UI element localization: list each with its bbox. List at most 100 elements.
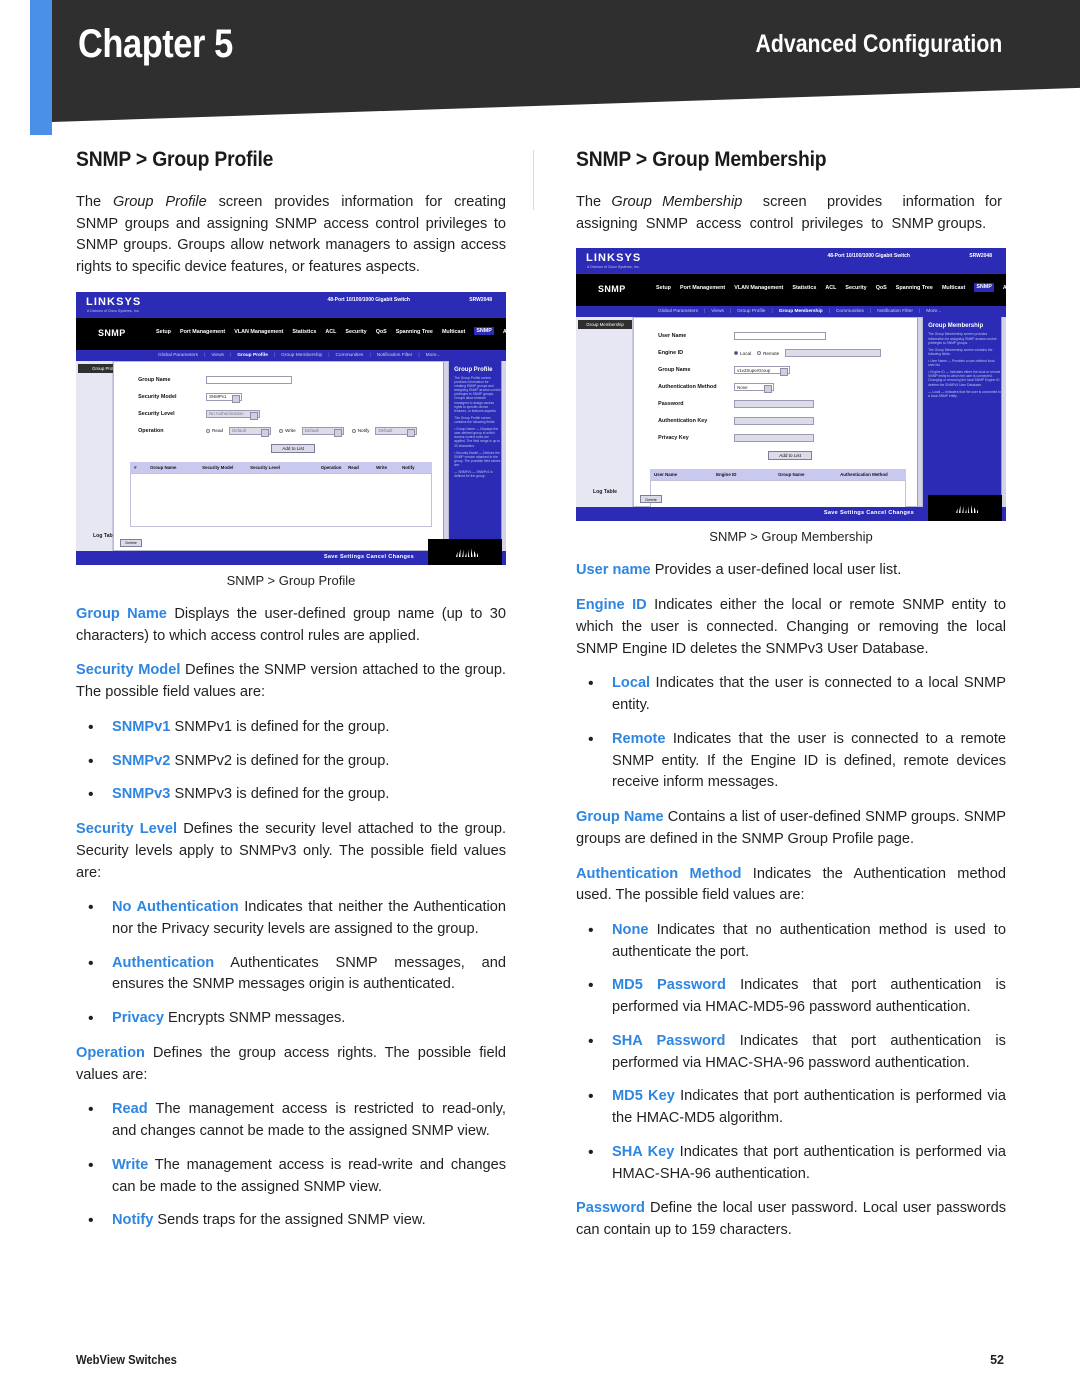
shot-l-select-read-view[interactable]: Default <box>229 426 272 437</box>
shot-l-footer-buttons[interactable]: Save Settings Cancel Changes <box>324 554 414 560</box>
shot-l-subnav[interactable]: Global Parameters | Views | Group Profil… <box>76 349 506 361</box>
shot-l-select-security-level[interactable]: No Authentication <box>206 409 261 420</box>
right-column: SNMP > Group Membership The Group Member… <box>576 148 1006 1242</box>
shot-r-th-user-name: User Name <box>654 472 678 478</box>
left-security-level-bullets: No Authentication Indicates that neither… <box>76 896 506 1031</box>
shot-r-tab-port-management[interactable]: Port Management <box>680 285 725 291</box>
shot-r-radio-remote[interactable]: Remote <box>757 351 779 356</box>
list-item: SNMPv3 SNMPv3 is defined for the group. <box>76 783 506 807</box>
shot-r-tab-acl[interactable]: ACL <box>825 285 836 291</box>
shot-l-add-to-list-button[interactable]: Add to List <box>271 443 316 453</box>
shot-l-select-security-model[interactable]: SNMPv1 <box>206 392 243 403</box>
shot-r-tab-list[interactable]: Setup Port Management VLAN Management St… <box>656 283 1006 292</box>
shot-r-add-to-list-button[interactable]: Add to List <box>768 451 813 461</box>
figure-group-membership-screenshot: LINKSYS A Division of Cisco Systems, Inc… <box>576 248 1006 522</box>
shot-l-tab-port-management[interactable]: Port Management <box>180 329 225 335</box>
shot-l-subnav-views[interactable]: Views <box>211 353 224 358</box>
shot-r-subnav-notification-filter[interactable]: Notification Filter <box>877 309 913 314</box>
shot-l-subnav-group-profile[interactable]: Group Profile <box>237 353 268 358</box>
page-footer: WebView Switches 52 <box>76 1353 1004 1367</box>
shot-r-input-remote-engine-id[interactable] <box>785 349 882 358</box>
shot-l-subnav-group-membership[interactable]: Group Membership <box>281 353 322 358</box>
shot-l-help-p5: — SNMPv1 — SNMPv1 is defined for the gro… <box>454 470 493 479</box>
shot-r-input-privacy-key[interactable] <box>734 434 815 443</box>
list-item: Write The management access is read-writ… <box>76 1154 506 1198</box>
shot-l-tab-statistics[interactable]: Statistics <box>292 329 316 335</box>
shot-l-radio-notify[interactable]: Notify <box>351 428 369 433</box>
shot-l-scrollbar[interactable] <box>443 361 449 550</box>
shot-r-radio-local-dot <box>734 351 739 356</box>
shot-r-tab-security[interactable]: Security <box>845 285 866 291</box>
shot-l-help-p3: • Group Name — Displays the user-defined… <box>454 427 501 448</box>
shot-r-input-password[interactable] <box>734 400 815 409</box>
shot-r-tab-qos[interactable]: QoS <box>876 285 887 291</box>
shot-l-radio-read[interactable]: Read <box>206 428 223 433</box>
shot-l-th-security-model: Security Model <box>202 464 234 470</box>
shot-l-help-scrollbar[interactable] <box>501 360 506 551</box>
shot-r-tab-admin[interactable]: Admin <box>1003 285 1006 291</box>
list-item: MD5 Password Indicates that port authent… <box>576 974 1006 1018</box>
shot-l-radio-write[interactable]: Write <box>279 428 296 433</box>
shot-r-tab-statistics[interactable]: Statistics <box>792 285 816 291</box>
shot-r-tab-multicast[interactable]: Multicast <box>942 285 965 291</box>
shot-r-subnav-global-parameters[interactable]: Global Parameters <box>658 309 698 314</box>
shot-l-th-write: Write <box>376 464 388 470</box>
shot-l-tab-setup[interactable]: Setup <box>156 329 171 335</box>
shot-r-subnav-views[interactable]: Views <box>711 309 724 314</box>
shot-l-tab-multicast[interactable]: Multicast <box>442 329 465 335</box>
shot-r-input-user-name[interactable] <box>734 332 827 341</box>
shot-r-scrollbar[interactable] <box>917 318 923 507</box>
shot-r-linksys-logo: LINKSYS <box>586 252 642 265</box>
shot-l-tab-security[interactable]: Security <box>345 329 366 335</box>
shot-r-tab-spanning-tree[interactable]: Spanning Tree <box>896 285 933 291</box>
left-bullet-write-term: Write <box>112 1156 149 1173</box>
shot-l-tab-admin[interactable]: Admin <box>503 329 506 335</box>
shot-l-tab-qos[interactable]: QoS <box>376 329 387 335</box>
right-def-auth-method: Authentication Method Indicates the Auth… <box>576 864 1006 907</box>
shot-r-subnav[interactable]: Global Parameters | Views | Group Profil… <box>576 306 1006 318</box>
shot-r-radio-local[interactable]: Local <box>734 351 751 356</box>
shot-l-label-operation: Operation <box>138 427 164 434</box>
shot-r-tab-vlan-management[interactable]: VLAN Management <box>734 285 783 291</box>
shot-l-subnav-more[interactable]: More... <box>426 353 441 358</box>
right-figure-caption: SNMP > Group Membership <box>709 529 873 545</box>
shot-l-tab-list[interactable]: Setup Port Management VLAN Management St… <box>156 326 506 336</box>
shot-l-th-index: # <box>134 464 137 470</box>
shot-r-select-group-name[interactable]: v1v2SuperGroup <box>734 366 791 377</box>
shot-l-subnav-global-parameters[interactable]: Global Parameters <box>158 353 198 358</box>
shot-r-delete-button[interactable]: Delete <box>640 495 663 504</box>
shot-r-input-auth-key[interactable] <box>734 417 815 426</box>
shot-r-tab-snmp[interactable]: SNMP <box>974 283 994 292</box>
left-bullet-snmpv1-term: SNMPv1 <box>112 718 171 735</box>
shot-r-tab-setup[interactable]: Setup <box>656 285 671 291</box>
shot-l-input-group-name[interactable] <box>206 375 293 384</box>
shot-r-subnav-group-membership[interactable]: Group Membership <box>779 309 823 314</box>
shot-r-sidebar-item-group-membership[interactable]: Group Membership <box>578 320 632 330</box>
shot-r-select-auth-method[interactable]: None <box>734 383 775 394</box>
shot-l-tab-spanning-tree[interactable]: Spanning Tree <box>396 329 433 335</box>
shot-r-help-scrollbar[interactable] <box>1001 317 1006 508</box>
left-operation-bullets: Read The management access is restricted… <box>76 1098 506 1233</box>
left-bullet-snmpv1-text: SNMPv1 is defined for the group. <box>174 718 390 735</box>
shot-r-cisco-logo <box>928 495 1002 522</box>
shot-r-model-name: 48-Port 10/100/1000 Gigabit Switch <box>827 253 910 260</box>
shot-l-select-write-view[interactable]: Default <box>301 426 344 437</box>
shot-l-tab-snmp[interactable]: SNMP <box>474 326 494 336</box>
shot-r-subnav-group-profile[interactable]: Group Profile <box>737 309 765 314</box>
shot-r-subnav-communities[interactable]: Communities <box>836 309 864 314</box>
shot-r-label-group-name: Group Name <box>658 367 691 374</box>
shot-l-subnav-communities[interactable]: Communities <box>335 353 363 358</box>
shot-r-footer-buttons[interactable]: Save Settings Cancel Changes <box>824 510 914 516</box>
shot-r-sidebar-log-table[interactable]: Log Table <box>578 489 632 495</box>
shot-l-tab-vlan-management[interactable]: VLAN Management <box>234 329 283 335</box>
shot-l-delete-button[interactable]: Delete <box>120 538 143 547</box>
shot-r-subnav-more[interactable]: More... <box>926 309 941 314</box>
shot-l-tab-acl[interactable]: ACL <box>325 329 336 335</box>
shot-l-results-table: # Group Name Security Model Security Lev… <box>130 461 433 527</box>
shot-r-module-name: SNMP <box>598 284 626 295</box>
shot-l-select-notify-view[interactable]: Default <box>375 426 418 437</box>
shot-l-subnav-notification-filter[interactable]: Notification Filter <box>377 353 413 358</box>
shot-r-linksys-tagline: A Division of Cisco Systems, Inc. <box>587 265 640 270</box>
shot-l-help-p4: • Security Model — Defines the SNMP vers… <box>454 450 501 468</box>
shot-l-help-panel: Group Profile The Group Profile screen p… <box>449 360 506 551</box>
